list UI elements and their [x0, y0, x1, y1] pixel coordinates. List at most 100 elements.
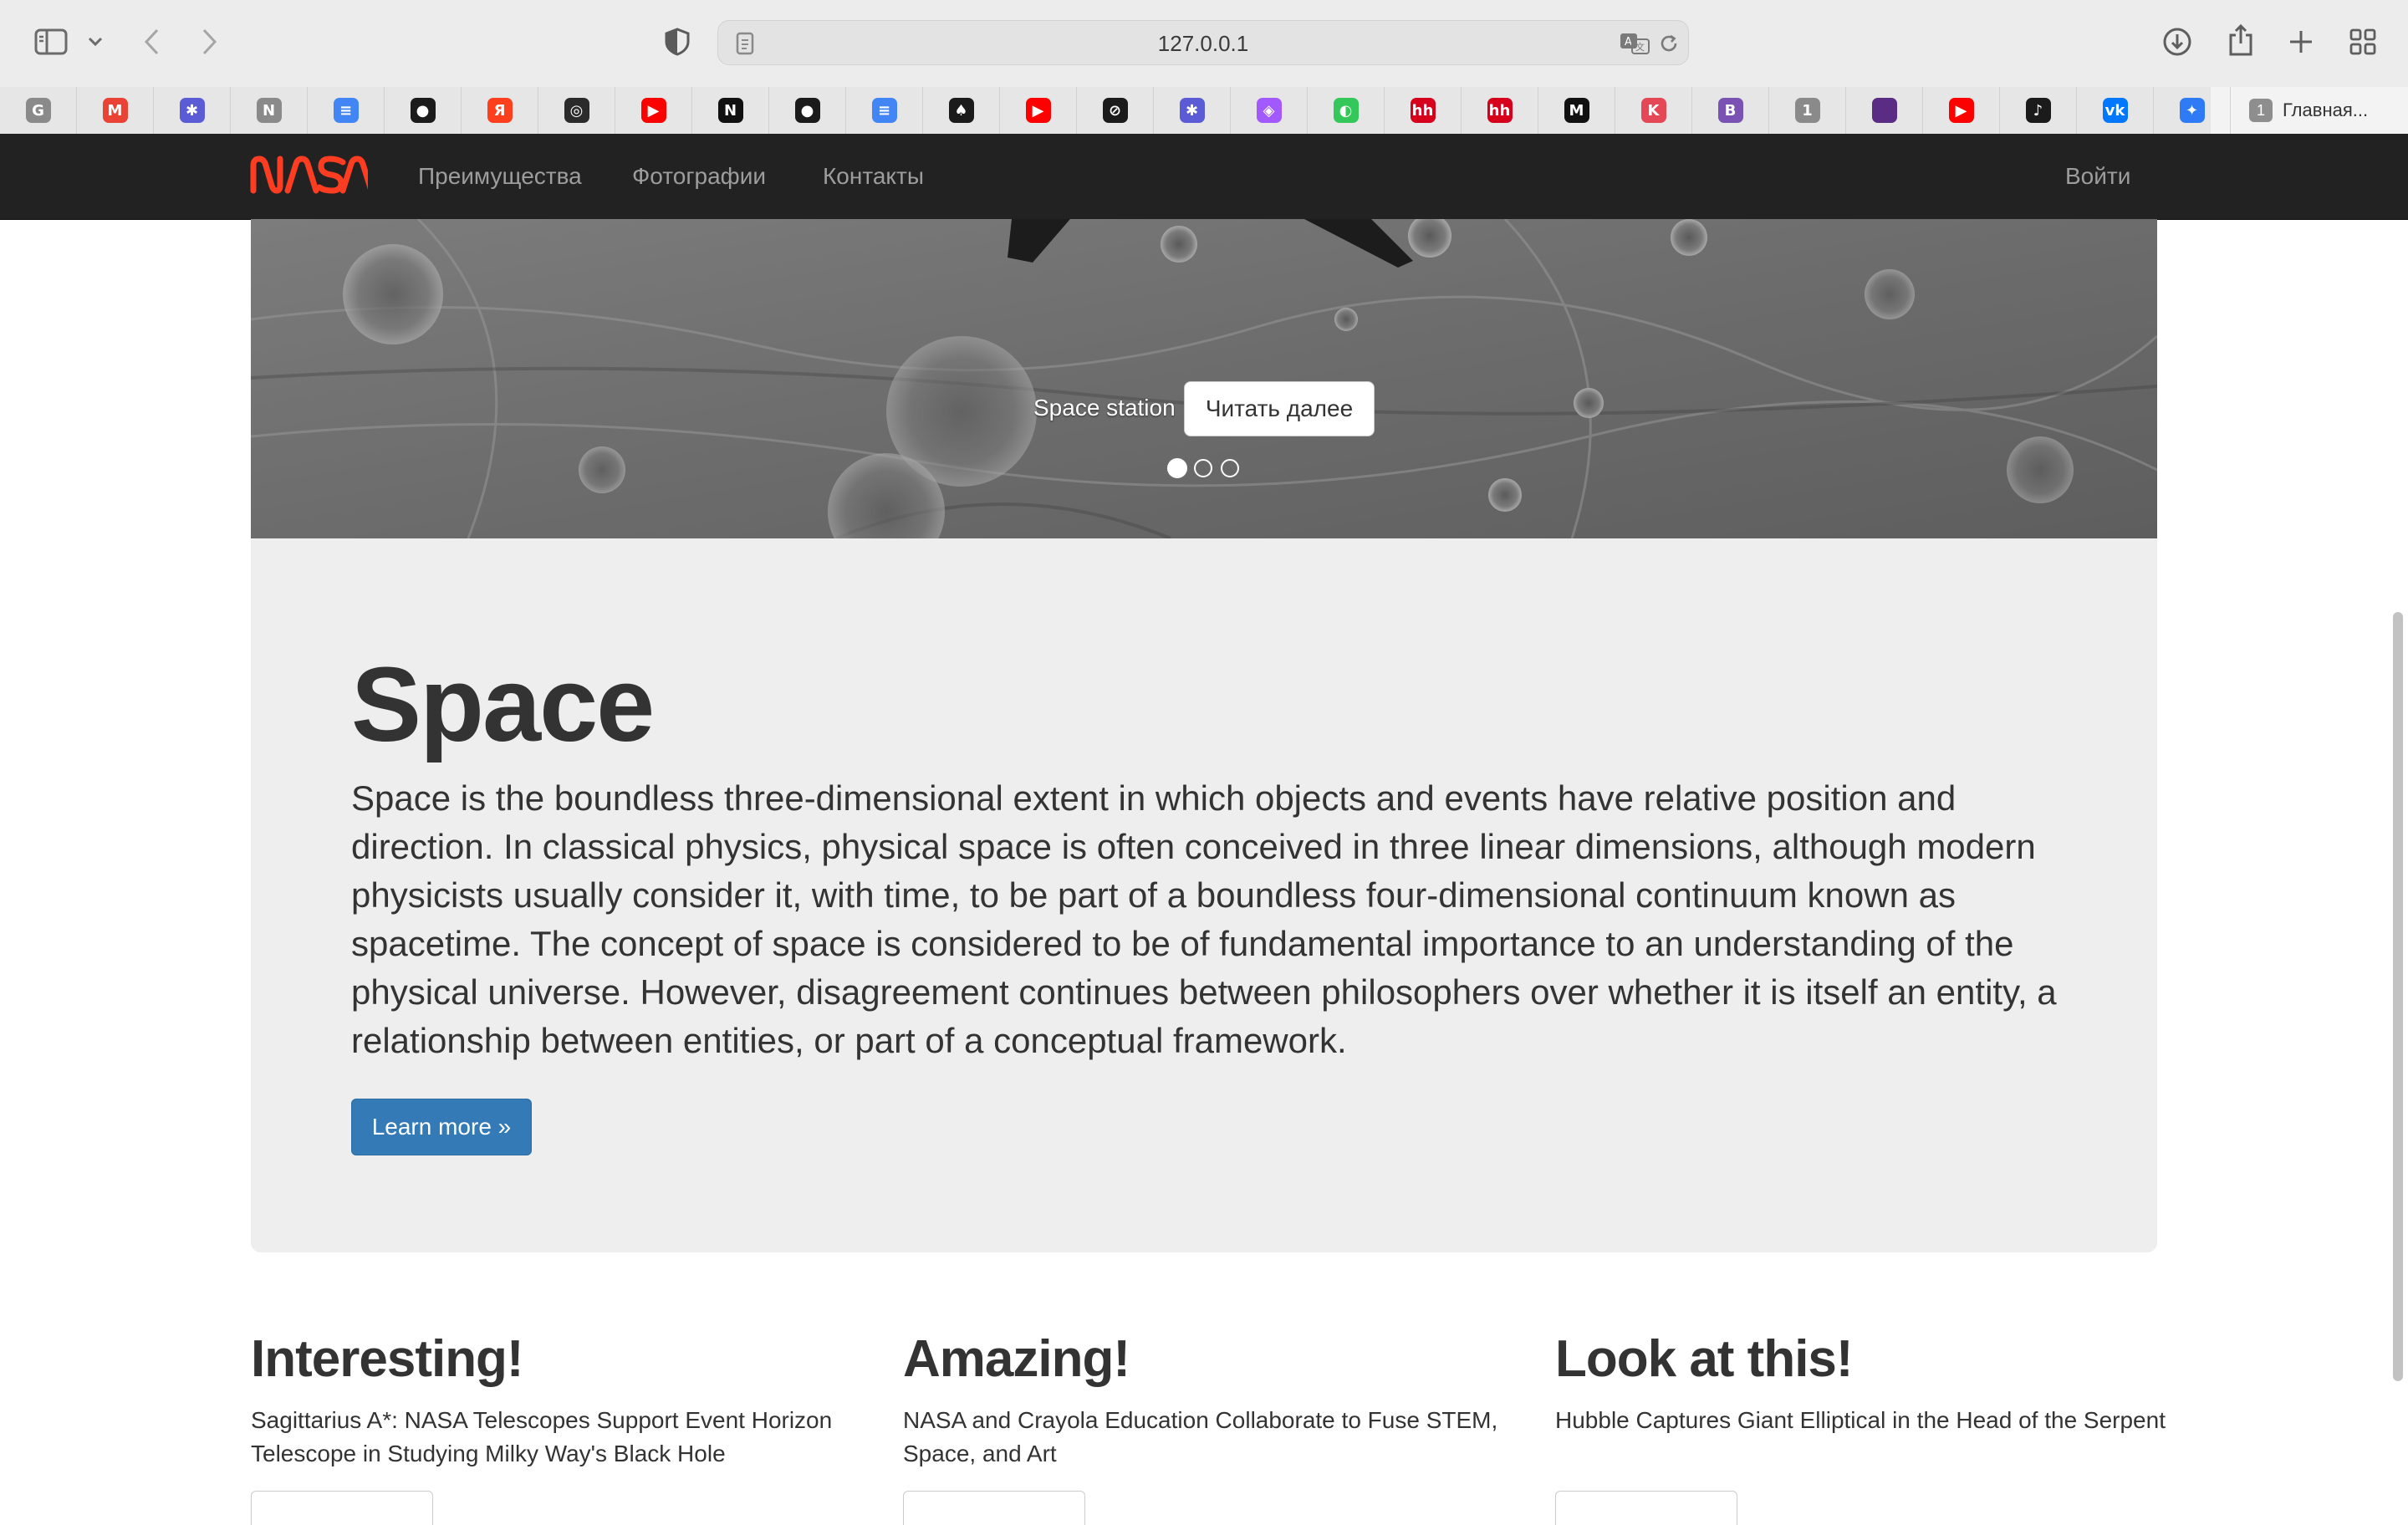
openai-icon: ◎	[564, 98, 589, 123]
nasa-logo[interactable]	[249, 156, 375, 198]
puzzle-app-icon: ✱	[1179, 98, 1205, 123]
medium-icon: M	[1564, 98, 1589, 123]
jumbotron-text: Space is the boundless three-dimensional…	[351, 778, 2057, 1060]
bookmark-12[interactable]: ≡	[846, 87, 923, 134]
bookmark-9[interactable]: ▶	[615, 87, 692, 134]
browser-toolbar: 127.0.0.1 A文	[0, 0, 2408, 88]
bookmark-10[interactable]: N	[692, 87, 769, 134]
carousel-caption: Space station	[1033, 395, 1176, 421]
bookmark-1[interactable]: G	[0, 87, 77, 134]
bookmark-14[interactable]: ▶	[1000, 87, 1077, 134]
bookmark-15[interactable]: ⊘	[1077, 87, 1154, 134]
bootstrap-icon: B	[1717, 98, 1743, 123]
bookmark-5[interactable]: ≡	[308, 87, 385, 134]
tab-glavnaya[interactable]: 1 Главная...	[2211, 87, 2408, 134]
login-link[interactable]: Войти	[2065, 134, 2130, 219]
purple-app-icon	[1871, 98, 1897, 123]
bookmark-20[interactable]: hh	[1462, 87, 1538, 134]
read-more-button[interactable]: Читать далее	[1184, 381, 1375, 436]
figma-icon: ◈	[1256, 98, 1282, 123]
reload-icon[interactable]	[1656, 31, 1681, 56]
chevron-down-icon[interactable]	[84, 30, 107, 54]
bookmark-18[interactable]: ◐	[1308, 87, 1385, 134]
column-text: Hubble Captures Giant Elliptical in the …	[1555, 1407, 2166, 1433]
bookmark-7[interactable]: Я	[462, 87, 538, 134]
downloads-icon[interactable]	[2161, 25, 2194, 59]
sidebar-toggle-icon[interactable]	[32, 25, 70, 59]
tab-overview-icon[interactable]	[2346, 25, 2380, 59]
moon-surface-image	[251, 219, 2157, 538]
github-icon: ●	[794, 98, 820, 123]
column-text: NASA and Crayola Education Collaborate t…	[903, 1407, 1498, 1466]
column-text: Sagittarius A*: NASA Telescopes Support …	[251, 1407, 833, 1466]
bookmark-19[interactable]: hh	[1385, 87, 1462, 134]
bookmark-3[interactable]: ✱	[154, 87, 231, 134]
vk-icon: vk	[2102, 98, 2128, 123]
github-icon: ●	[410, 98, 436, 123]
column-details-button[interactable]	[903, 1491, 1085, 1525]
nav-link-contacts[interactable]: Контакты	[823, 134, 924, 219]
google-docs-icon: ≡	[871, 98, 897, 123]
google-docs-icon: ≡	[333, 98, 359, 123]
new-tab-plus-icon[interactable]	[2284, 25, 2318, 59]
puzzle-app-icon: ✱	[179, 98, 205, 123]
bookmark-8[interactable]: ◎	[538, 87, 615, 134]
n-square-icon: N	[256, 98, 282, 123]
carousel-indicator-1[interactable]	[1167, 458, 1187, 478]
carousel-indicator-3[interactable]	[1221, 459, 1239, 477]
hh-icon: hh	[1410, 98, 1436, 123]
translate-icon[interactable]: A文	[1618, 31, 1651, 56]
share-icon[interactable]	[2224, 22, 2258, 59]
bookmark-29[interactable]: ✦	[2154, 87, 2231, 134]
forward-arrow-icon[interactable]	[197, 25, 222, 59]
kotlin-icon: K	[1640, 98, 1666, 123]
youtube-icon: ▶	[1025, 98, 1051, 123]
site-navbar: Преимущества Фотографии Контакты Войти	[0, 134, 2408, 220]
carousel-indicator-2[interactable]	[1194, 459, 1212, 477]
page-scrollbar[interactable]	[2393, 612, 2403, 1381]
bookmark-6[interactable]: ●	[385, 87, 462, 134]
bookmark-11[interactable]: ●	[769, 87, 846, 134]
skipping-icon: ♪	[2025, 98, 2051, 123]
favorites-bar: 1 Главная... G M ✱ N ≡ ● Я ◎ ▶ N ● ≡ ♠ ▶ ⊘ ✱ ◈ ◐ hh hh M K B 1 ▶…	[0, 87, 2408, 135]
feather-app-icon: ✦	[2179, 98, 2205, 123]
bookmark-24[interactable]: 1	[1769, 87, 1846, 134]
notion-icon: N	[717, 98, 743, 123]
bookmark-13[interactable]: ♠	[923, 87, 1000, 134]
youtube-icon: ▶	[1948, 98, 1974, 123]
column-details-button[interactable]	[251, 1491, 433, 1525]
column-heading: Look at this!	[1555, 1330, 1854, 1388]
column-heading: Amazing!	[903, 1330, 1130, 1388]
learn-more-button[interactable]: Learn more »	[351, 1099, 532, 1155]
linear-icon: ⊘	[1102, 98, 1128, 123]
bookmark-25[interactable]	[1846, 87, 1923, 134]
bookmark-17[interactable]: ◈	[1231, 87, 1308, 134]
bookmark-16[interactable]: ✱	[1154, 87, 1231, 134]
bookmark-21[interactable]: M	[1538, 87, 1615, 134]
gmail-icon: M	[102, 98, 128, 123]
spade-icon: ♠	[948, 98, 974, 123]
yandex-icon: Я	[487, 98, 513, 123]
bookmark-26[interactable]: ▶	[1923, 87, 2000, 134]
svg-text:文: 文	[1635, 41, 1645, 53]
column-look-at-this: Look at this! Hubble Captures Giant Elli…	[1555, 1329, 2191, 1525]
one-square-icon: 1	[1794, 98, 1820, 123]
column-details-button[interactable]	[1555, 1491, 1737, 1525]
nav-link-advantages[interactable]: Преимущества	[418, 134, 582, 219]
svg-text:A: A	[1625, 36, 1632, 48]
hero-carousel	[251, 219, 2157, 538]
bookmark-22[interactable]: K	[1615, 87, 1692, 134]
privacy-shield-icon[interactable]	[662, 27, 692, 57]
address-bar[interactable]: 127.0.0.1 A文	[717, 20, 1689, 65]
bookmark-4[interactable]: N	[231, 87, 308, 134]
bookmark-27[interactable]: ♪	[2000, 87, 2077, 134]
jumbotron: Space Space is the boundless three-dimen…	[251, 538, 2157, 1252]
column-interesting: Interesting! Sagittarius A*: NASA Telesc…	[251, 1329, 886, 1525]
bookmark-23[interactable]: B	[1692, 87, 1769, 134]
bookmark-2[interactable]: M	[77, 87, 154, 134]
back-arrow-icon[interactable]	[139, 25, 164, 59]
nav-link-photos[interactable]: Фотографии	[632, 134, 766, 219]
tab-badge: 1	[2249, 99, 2273, 122]
bookmark-28[interactable]: vk	[2077, 87, 2154, 134]
jumbotron-title: Space	[351, 645, 655, 763]
